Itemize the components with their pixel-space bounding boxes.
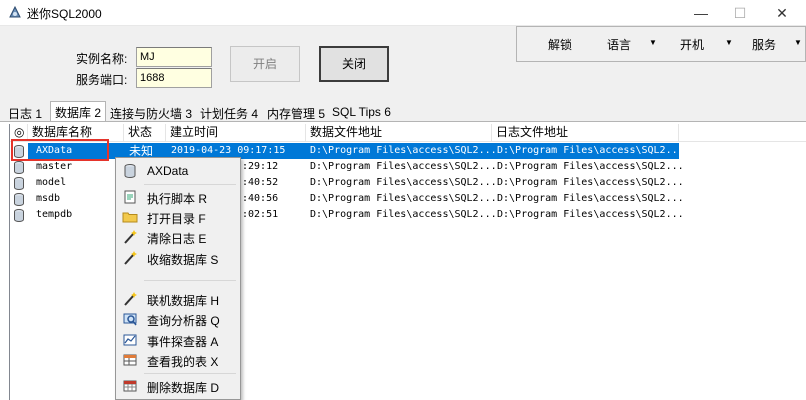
db-data-file: D:\Program Files\access\SQL2... — [310, 161, 497, 172]
tab-strip: 日志 1 数据库 2 连接与防火墙 3 计划任务 4 内存管理 5 SQL Ti… — [0, 100, 806, 122]
instance-name-label: 实例名称: — [76, 52, 128, 66]
menu-item-label: 打开目录 F — [147, 212, 206, 226]
database-icon — [14, 177, 24, 190]
db-log-file: D:\Program Files\access\SQL2... — [497, 145, 684, 156]
context-menu: AXData 执行脚本 R 打开目录 F 清除日志 E 收缩数据库 S 联机数据… — [115, 157, 241, 400]
service-port-label: 服务端口: — [76, 73, 128, 87]
db-log-file: D:\Program Files\access\SQL2... — [497, 161, 684, 172]
power-menu[interactable]: 开机 — [680, 36, 704, 53]
database-icon — [14, 161, 24, 174]
toolbar: 解锁 语言 ▼ 开机 ▼ 服务 ▼ — [516, 26, 806, 62]
menu-separator — [144, 280, 236, 281]
delete-db-icon — [123, 380, 137, 392]
close-window-button[interactable]: ✕ — [762, 0, 802, 26]
db-created: :40:56 — [242, 193, 279, 204]
menu-item-label: 查看我的表 X — [147, 355, 219, 369]
highlight-annotation — [11, 139, 109, 161]
db-created: :02:51 — [242, 209, 279, 220]
db-data-file: D:\Program Files\access\SQL2... — [310, 209, 497, 220]
tab-sql-tips[interactable]: SQL Tips 6 — [328, 103, 395, 122]
db-data-file: D:\Program Files\access\SQL2... — [310, 193, 497, 204]
instance-name-input[interactable]: MJ — [136, 47, 212, 67]
folder-icon — [122, 212, 138, 223]
db-created: :29:12 — [242, 161, 279, 172]
window-title: 迷你SQL2000 — [27, 7, 102, 21]
tab-divider — [0, 121, 806, 122]
wand-icon — [124, 230, 137, 244]
db-data-file: D:\Program Files\access\SQL2... — [310, 177, 497, 188]
unlock-button[interactable]: 解锁 — [548, 36, 572, 53]
db-name: tempdb — [36, 209, 73, 220]
language-dropdown-icon[interactable]: ▼ — [649, 38, 657, 47]
menu-item-shrink-database[interactable]: 收缩数据库 S — [116, 248, 240, 268]
service-dropdown-icon[interactable]: ▼ — [794, 38, 802, 47]
database-icon — [14, 193, 24, 206]
column-header-data-file[interactable]: 数据文件地址 — [306, 124, 492, 142]
menu-separator — [144, 184, 236, 185]
database-icon — [14, 209, 24, 222]
db-name: model — [36, 177, 67, 188]
start-button[interactable]: 开启 — [230, 46, 300, 82]
column-header-created[interactable]: 建立时间 — [166, 124, 306, 142]
menu-item-label: 事件探查器 A — [147, 335, 219, 349]
menu-item-open-folder[interactable]: 打开目录 F — [116, 207, 240, 227]
tab-connection-firewall[interactable]: 连接与防火墙 3 — [106, 103, 196, 122]
menu-item-online-database[interactable]: 联机数据库 H — [116, 289, 240, 309]
service-port-input[interactable]: 1688 — [136, 68, 212, 88]
menu-item-label: 清除日志 E — [147, 232, 207, 246]
wand-icon — [124, 251, 137, 265]
menu-item-clear-log[interactable]: 清除日志 E — [116, 227, 240, 247]
list-header: ◎ 数据库名称 状态 建立时间 数据文件地址 日志文件地址 — [10, 124, 806, 142]
menu-item-label: 收缩数据库 S — [147, 253, 219, 267]
db-created: :40:52 — [242, 177, 279, 188]
db-log-file: D:\Program Files\access\SQL2... — [497, 193, 684, 204]
tab-log[interactable]: 日志 1 — [4, 103, 46, 122]
close-service-button[interactable]: 关闭 — [319, 46, 389, 82]
power-dropdown-icon[interactable]: ▼ — [725, 38, 733, 47]
menu-item-execute-script[interactable]: 执行脚本 R — [116, 187, 240, 207]
database-icon — [124, 164, 136, 178]
menu-item-database[interactable]: AXData — [116, 161, 240, 181]
db-log-file: D:\Program Files\access\SQL2... — [497, 209, 684, 220]
menu-item-label: 查询分析器 Q — [147, 314, 220, 328]
menu-item-label: 联机数据库 H — [147, 294, 220, 308]
tab-database[interactable]: 数据库 2 — [50, 101, 107, 122]
menu-separator — [144, 373, 236, 374]
menu-item-label: 执行脚本 R — [147, 192, 208, 206]
minimize-button[interactable]: — — [681, 0, 721, 26]
column-header-log-file[interactable]: 日志文件地址 — [492, 124, 679, 142]
service-menu[interactable]: 服务 — [752, 36, 776, 53]
menu-item-event-profiler[interactable]: 事件探查器 A — [116, 330, 240, 350]
title-bar: 迷你SQL2000 — ☐ ✕ — [0, 0, 806, 26]
profiler-icon — [123, 334, 137, 346]
menu-item-label: AXData — [147, 164, 189, 178]
tab-scheduled-tasks[interactable]: 计划任务 4 — [196, 103, 262, 122]
query-analyzer-icon — [123, 313, 137, 326]
menu-item-query-analyzer[interactable]: 查询分析器 Q — [116, 309, 240, 329]
db-log-file: D:\Program Files\access\SQL2... — [497, 177, 684, 188]
language-menu[interactable]: 语言 — [607, 36, 631, 53]
menu-item-label: 删除数据库 D — [147, 381, 220, 395]
menu-item-delete-database[interactable]: 删除数据库 D — [116, 376, 240, 396]
maximize-button[interactable]: ☐ — [720, 0, 760, 26]
db-data-file: D:\Program Files\access\SQL2... — [310, 145, 497, 156]
db-name: master — [36, 161, 73, 172]
db-name: msdb — [36, 193, 61, 204]
app-icon — [9, 5, 21, 18]
column-header-status[interactable]: 状态 — [124, 124, 166, 142]
table-icon — [123, 354, 137, 366]
wand-icon — [124, 292, 137, 306]
menu-item-view-my-tables[interactable]: 查看我的表 X — [116, 350, 240, 370]
tab-memory[interactable]: 内存管理 5 — [263, 103, 329, 122]
script-icon — [124, 190, 136, 204]
